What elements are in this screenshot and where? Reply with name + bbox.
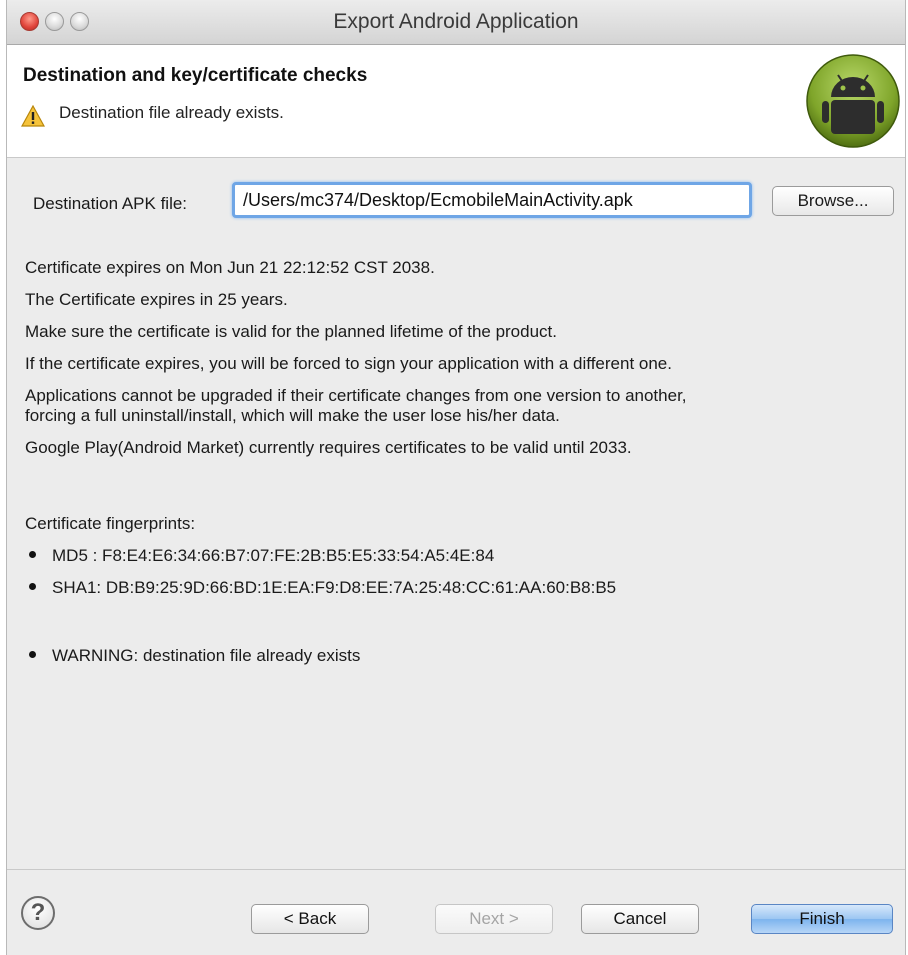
cancel-button[interactable]: Cancel [581,904,699,934]
certificate-expiry-date: Certificate expires on Mon Jun 21 22:12:… [25,258,435,277]
certificate-lifetime-note: Make sure the certificate is valid for t… [25,322,557,341]
help-button[interactable]: ? [21,896,55,930]
finish-button[interactable]: Finish [751,904,893,934]
destination-exists-warning: WARNING: destination file already exists [52,646,361,665]
page-title: Destination and key/certificate checks [23,65,368,86]
header-message: Destination file already exists. [59,103,284,122]
fingerprints-heading: Certificate fingerprints: [25,514,196,533]
footer-divider [7,869,905,870]
bullet-icon [29,651,36,659]
browse-button[interactable]: Browse... [772,186,894,216]
bullet-icon [29,583,36,591]
destination-apk-input[interactable] [232,182,752,218]
export-dialog: Export Android Application Destination a… [6,0,906,955]
upgrade-warning-line1: Applications cannot be upgraded if their… [25,386,687,405]
md5-fingerprint-item: MD5 : F8:E4:E6:34:66:B7:07:FE:2B:B5:E5:3… [25,546,494,566]
warning-item: WARNING: destination file already exists [25,646,360,666]
next-button[interactable]: Next > [435,904,553,934]
sha1-fingerprint-item: SHA1: DB:B9:25:9D:66:BD:1E:EA:F9:D8:EE:7… [25,578,616,598]
google-play-requirement: Google Play(Android Market) currently re… [25,438,632,457]
bullet-icon [29,551,36,559]
back-button[interactable]: < Back [251,904,369,934]
certificate-expire-note: If the certificate expires, you will be … [25,354,672,373]
sha1-fingerprint: SHA1: DB:B9:25:9D:66:BD:1E:EA:F9:D8:EE:7… [52,578,617,597]
upgrade-warning-line2: forcing a full uninstall/install, which … [25,406,560,425]
certificate-expiry-years: The Certificate expires in 25 years. [25,290,288,309]
android-logo-icon [806,54,900,148]
title-bar: Export Android Application [7,0,905,45]
md5-fingerprint: MD5 : F8:E4:E6:34:66:B7:07:FE:2B:B5:E5:3… [52,546,495,565]
destination-label: Destination APK file: [33,194,188,213]
window-title: Export Android Application [333,10,579,33]
wizard-header: Destination and key/certificate checks D… [7,45,905,158]
warning-icon [21,105,45,127]
